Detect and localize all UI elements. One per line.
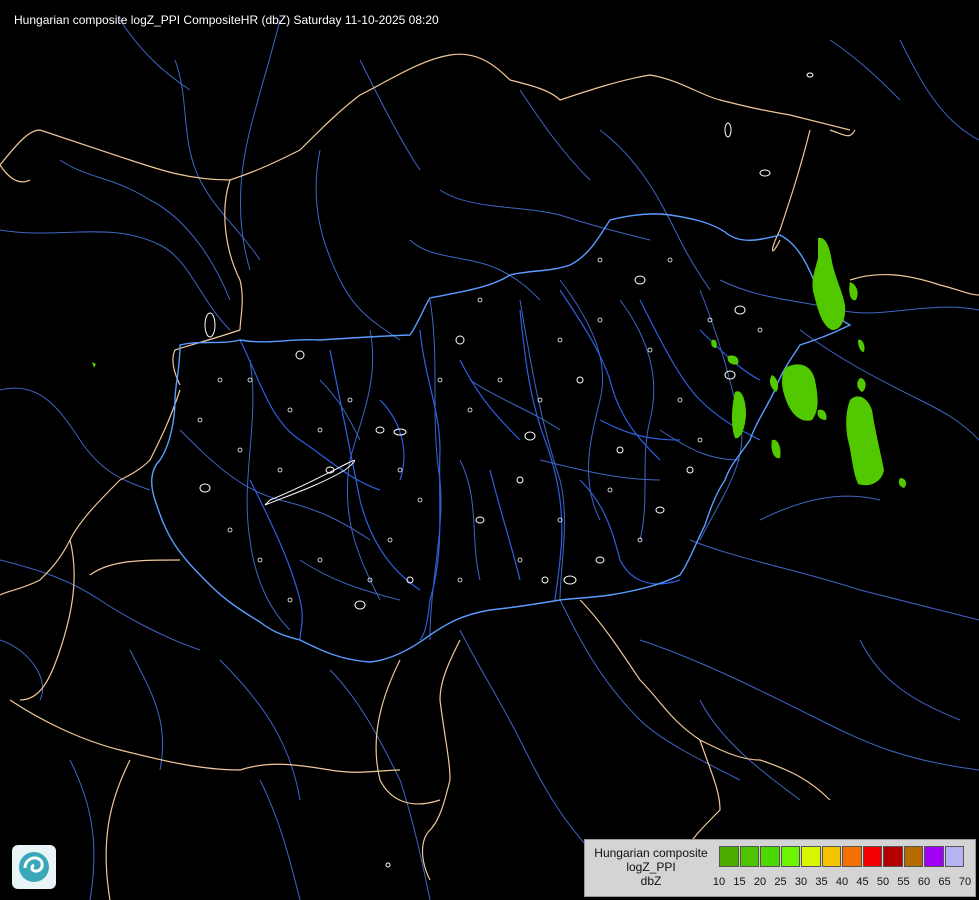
legend-tick-label: 20	[753, 876, 767, 888]
legend-ticks: 10 15 20 25 30 35 40 45 50 55 60 65 70	[708, 876, 978, 890]
hungary-rivers	[239, 289, 761, 641]
legend-swatch	[760, 846, 780, 867]
legend-tick-label: 45	[856, 876, 869, 888]
legend-tick-label: 10	[712, 876, 726, 888]
legend-tick-label: 30	[794, 876, 808, 888]
legend-label: Hungarian composite logZ_PPI dbZ	[589, 846, 713, 888]
legend-swatch	[842, 846, 862, 867]
radar-map	[0, 19, 979, 900]
legend-tick-label: 55	[897, 876, 910, 888]
legend-tick-label: 65	[938, 876, 951, 888]
logo-icon	[12, 845, 56, 889]
legend-swatch	[903, 846, 923, 867]
legend-swatch	[780, 846, 800, 867]
legend-tick-label: 60	[917, 876, 931, 888]
legend-swatch	[821, 846, 841, 867]
legend-line-3: dbZ	[640, 874, 662, 888]
legend-tick-label: 50	[876, 876, 890, 888]
legend-line-2: logZ_PPI	[626, 860, 676, 874]
legend-swatch	[944, 846, 964, 867]
legend-swatch	[719, 846, 739, 867]
rivers	[0, 19, 979, 900]
legend-swatch	[883, 846, 903, 867]
hungary-border	[151, 213, 852, 663]
legend-tick-label: 35	[815, 876, 828, 888]
legend-swatch	[924, 846, 944, 867]
radar-echoes	[92, 237, 907, 488]
lakes	[197, 72, 814, 868]
legend-line-1: Hungarian composite	[594, 846, 708, 860]
legend-tick-label: 40	[835, 876, 849, 888]
legend-swatch	[862, 846, 882, 867]
legend-tick-label: 70	[958, 876, 972, 888]
legend-swatch	[739, 846, 759, 867]
map-title: Hungarian composite logZ_PPI CompositeHR…	[14, 13, 439, 27]
legend-tick-label: 15	[733, 876, 746, 888]
legend-swatch	[801, 846, 821, 867]
color-legend: Hungarian composite logZ_PPI dbZ 10 15 20 2…	[584, 839, 976, 897]
legend-tick-label: 25	[774, 876, 787, 888]
legend-swatches	[719, 846, 965, 867]
country-borders	[0, 53, 979, 900]
